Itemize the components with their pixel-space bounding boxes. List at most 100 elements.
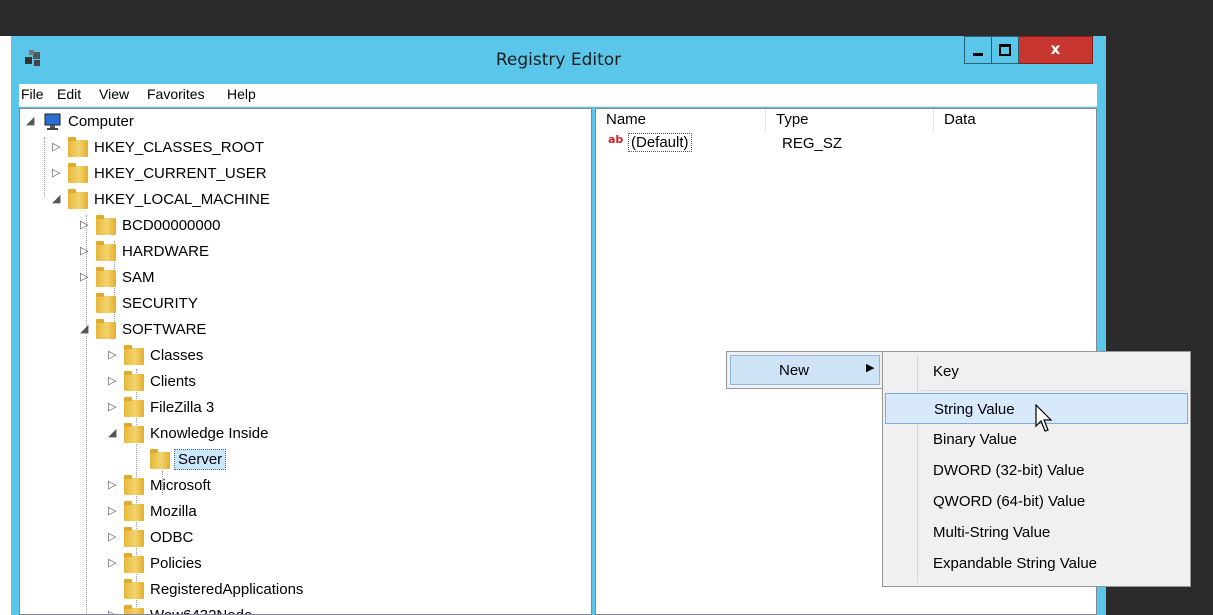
collapse-icon[interactable]: ◢ (80, 322, 90, 335)
collapse-icon[interactable]: ◢ (26, 114, 36, 127)
folder-icon (124, 345, 144, 365)
context-menu: New ▶ (726, 351, 884, 389)
close-button[interactable]: x (1019, 36, 1093, 64)
tree-item-security[interactable]: SECURITY (80, 293, 560, 317)
close-icon: x (1050, 40, 1061, 58)
tree-item-label: Policies (150, 555, 202, 572)
tree-item-label: SOFTWARE (122, 321, 207, 338)
tree-item-hkey-local-machine[interactable]: ◢ HKEY_LOCAL_MACHINE (52, 189, 552, 213)
folder-icon (124, 501, 144, 521)
new-submenu: Key String Value Binary Value DWORD (32-… (882, 351, 1191, 587)
tree-item-microsoft[interactable]: ▷ Microsoft (108, 475, 568, 499)
collapse-icon[interactable]: ◢ (52, 192, 62, 205)
submenu-item-label: Expandable String Value (933, 555, 1098, 572)
menu-edit[interactable]: Edit (57, 86, 81, 102)
tree-item-label: SAM (122, 269, 155, 286)
menu-divider (921, 390, 1187, 391)
tree-item-registered-applications[interactable]: RegisteredApplications (108, 579, 568, 603)
folder-icon (68, 163, 88, 183)
tree-item-wow6432node[interactable]: ▷ Wow6432Node (108, 605, 568, 614)
tree-item-label: Clients (150, 373, 196, 390)
folder-icon (96, 319, 116, 339)
desktop-top-strip (0, 0, 1213, 36)
folder-icon (68, 137, 88, 157)
expand-icon[interactable]: ▷ (108, 608, 118, 614)
menu-file[interactable]: File (21, 86, 44, 102)
tree-item-bcd[interactable]: ▷ BCD00000000 (80, 215, 560, 239)
minimize-button[interactable] (964, 36, 992, 64)
expand-icon[interactable]: ▷ (80, 218, 90, 231)
tree-item-policies[interactable]: ▷ Policies (108, 553, 568, 577)
tree-item-label: HKEY_LOCAL_MACHINE (94, 191, 270, 208)
menu-favorites[interactable]: Favorites (147, 86, 205, 102)
tree-item-label: HKEY_CLASSES_ROOT (94, 139, 265, 156)
expand-icon[interactable]: ▷ (80, 244, 90, 257)
tree-item-label: Classes (150, 347, 204, 364)
tree-line (44, 137, 45, 197)
context-menu-new[interactable]: New ▶ (730, 355, 880, 385)
submenu-item-expandable-string-value[interactable]: Expandable String Value (885, 548, 1188, 579)
folder-icon (124, 371, 144, 391)
expand-icon[interactable]: ▷ (108, 556, 118, 569)
tree-item-label: HKEY_CURRENT_USER (94, 165, 267, 182)
tree-item-label: FileZilla 3 (150, 399, 215, 416)
menu-help[interactable]: Help (227, 86, 256, 102)
folder-icon (96, 215, 116, 235)
title-bar[interactable]: Registry Editor x (11, 36, 1106, 84)
folder-icon (96, 267, 116, 287)
tree-item-label: Wow6432Node (150, 607, 252, 614)
tree-item-classes[interactable]: ▷ Classes (108, 345, 568, 369)
expand-icon[interactable]: ▷ (52, 166, 62, 179)
submenu-item-multi-string-value[interactable]: Multi-String Value (885, 517, 1188, 548)
column-header-type[interactable]: Type (766, 109, 934, 131)
folder-icon (96, 241, 116, 261)
submenu-item-qword-value[interactable]: QWORD (64-bit) Value (885, 486, 1188, 517)
tree-item-computer[interactable]: ◢ Computer (26, 111, 526, 135)
folder-icon (96, 293, 116, 313)
expand-icon[interactable]: ▷ (108, 348, 118, 361)
folder-icon (124, 423, 144, 443)
column-header-name[interactable]: Name (596, 109, 766, 131)
computer-icon (44, 113, 61, 130)
tree-item-hkey-current-user[interactable]: ▷ HKEY_CURRENT_USER (52, 163, 552, 187)
expand-icon[interactable]: ▷ (108, 504, 118, 517)
tree-item-clients[interactable]: ▷ Clients (108, 371, 568, 395)
tree-item-knowledge-inside[interactable]: ◢ Knowledge Inside (108, 423, 568, 447)
tree-item-label: RegisteredApplications (150, 581, 304, 598)
expand-icon[interactable]: ▷ (80, 270, 90, 283)
submenu-item-key[interactable]: Key (885, 356, 1188, 387)
maximize-button[interactable] (992, 36, 1019, 64)
column-header-data[interactable]: Data (934, 109, 1096, 131)
submenu-item-label: Binary Value (933, 431, 1017, 448)
expand-icon[interactable]: ▷ (108, 374, 118, 387)
tree-item-label: Computer (68, 113, 134, 130)
expand-icon[interactable]: ▷ (108, 400, 118, 413)
tree-item-label: Mozilla (150, 503, 197, 520)
tree-item-mozilla[interactable]: ▷ Mozilla (108, 501, 568, 525)
tree-item-sam[interactable]: ▷ SAM (80, 267, 560, 291)
tree-item-software[interactable]: ◢ SOFTWARE (80, 319, 560, 343)
collapse-icon[interactable]: ◢ (108, 426, 118, 439)
tree-item-filezilla[interactable]: ▷ FileZilla 3 (108, 397, 568, 421)
tree-item-hkey-classes-root[interactable]: ▷ HKEY_CLASSES_ROOT (52, 137, 552, 161)
submenu-item-label: QWORD (64-bit) Value (933, 493, 1086, 510)
expand-icon[interactable]: ▷ (108, 530, 118, 543)
submenu-item-dword-value[interactable]: DWORD (32-bit) Value (885, 455, 1188, 486)
folder-icon (124, 527, 144, 547)
menu-view[interactable]: View (99, 86, 129, 102)
tree-item-label: HARDWARE (122, 243, 209, 260)
expand-icon[interactable]: ▷ (52, 140, 62, 153)
tree-item-label: SECURITY (122, 295, 198, 312)
tree-item-hardware[interactable]: ▷ HARDWARE (80, 241, 560, 265)
expand-icon[interactable]: ▷ (108, 478, 118, 491)
submenu-item-label: Multi-String Value (933, 524, 1051, 541)
tree-item-odbc[interactable]: ▷ ODBC (108, 527, 568, 551)
key-tree-pane[interactable]: ◢ Computer ▷ HKEY_CLASSES_ROOT ▷ HKEY_CU… (19, 108, 592, 615)
tree-item-server[interactable]: Server (134, 449, 574, 473)
folder-icon (124, 605, 144, 614)
folder-icon (68, 189, 88, 209)
context-menu-new-label: New (779, 362, 810, 379)
tree-item-label: BCD00000000 (122, 217, 221, 234)
submenu-arrow-icon: ▶ (866, 361, 875, 374)
value-name[interactable]: (Default) (628, 133, 692, 152)
